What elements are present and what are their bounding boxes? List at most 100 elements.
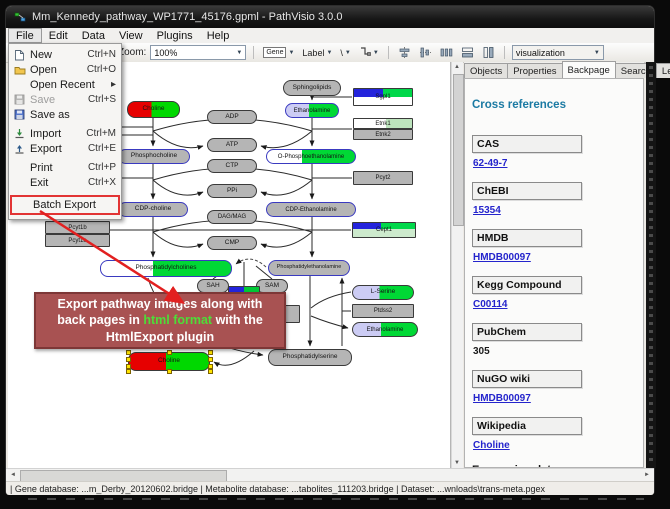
panel-scrollbar[interactable]: [646, 62, 656, 468]
node-phosphatidylcholines[interactable]: Phosphatidylcholines: [100, 260, 232, 277]
dropdown-caret-icon[interactable]: ▼: [345, 50, 351, 56]
selection-handle[interactable]: [126, 350, 131, 355]
dropdown-caret-icon[interactable]: ▼: [232, 50, 242, 56]
scroll-down-icon[interactable]: ▼: [452, 460, 462, 466]
add-label-button[interactable]: Label ▼: [300, 45, 334, 60]
scroll-up-icon[interactable]: ▲: [452, 64, 462, 70]
draw-line-button[interactable]: \ ▼: [338, 45, 352, 60]
align-center-button[interactable]: [396, 45, 413, 60]
visualization-combobox[interactable]: visualization ▼: [512, 45, 604, 60]
menu-bar: FileEditDataViewPluginsHelp: [6, 28, 654, 44]
selection-handle[interactable]: [167, 350, 172, 355]
draw-connector-button[interactable]: ▼: [357, 45, 381, 60]
title-bar[interactable]: Mm_Kennedy_pathway_WP1771_45176.gpml - P…: [6, 6, 654, 28]
node-label: Ethanolamine: [294, 108, 331, 114]
node-adp[interactable]: ADP: [207, 110, 257, 124]
xref-link[interactable]: 62-49-7: [473, 158, 637, 169]
menubar-plugins[interactable]: Plugins: [150, 28, 200, 43]
node-choline-top[interactable]: Choline: [127, 101, 180, 118]
distribute-horizontal-button[interactable]: [438, 45, 455, 60]
menu-item-open[interactable]: OpenCtrl+O: [9, 62, 121, 77]
node-cdp-choline[interactable]: CDP-choline: [118, 202, 188, 217]
menu-item-save-as[interactable]: Save as: [9, 107, 121, 122]
scroll-left-icon[interactable]: ◄: [8, 472, 18, 478]
node-cept1[interactable]: Cept1: [352, 222, 416, 238]
backpage-content[interactable]: Cross references CAS62-49-7ChEBI15354HMD…: [464, 78, 644, 468]
vertical-scroll-thumb[interactable]: [453, 74, 464, 226]
node-sgpl1[interactable]: Sgpl1: [353, 88, 413, 106]
tab-objects[interactable]: Objects: [464, 63, 508, 78]
menu-item-exit[interactable]: ExitCtrl+X: [9, 175, 121, 190]
menu-item-new[interactable]: NewCtrl+N: [9, 47, 121, 62]
node-sah[interactable]: SAH: [197, 279, 229, 293]
selection-handle[interactable]: [208, 369, 213, 374]
dropdown-caret-icon[interactable]: ▼: [373, 50, 379, 56]
set-width-button[interactable]: [459, 45, 476, 60]
node-dag-mag[interactable]: DAG/MAG: [207, 210, 257, 224]
selection-handle[interactable]: [126, 357, 131, 362]
tab-properties[interactable]: Properties: [507, 63, 562, 78]
node-pcyt1b[interactable]: Pcyt1b: [45, 221, 110, 234]
menu-item-open-recent[interactable]: Open Recent▸: [9, 77, 121, 92]
dropdown-caret-icon[interactable]: ▼: [590, 50, 600, 56]
save-disk-icon: [13, 94, 26, 105]
menu-separator: [9, 190, 121, 194]
add-gene-button[interactable]: Gene ▼: [261, 45, 296, 60]
node-ptdss2[interactable]: Ptdss2: [352, 304, 414, 318]
node-choline-selected[interactable]: Choline: [128, 352, 210, 371]
node-pcyt1a[interactable]: Pcyt1a: [45, 234, 110, 247]
node-sphingolipids[interactable]: Sphingolipids: [283, 80, 341, 96]
xref-link[interactable]: HMDB00097: [473, 252, 637, 263]
node-label: Ptdss2: [374, 308, 392, 314]
status-text: | Gene database: ...m_Derby_20120602.bri…: [10, 484, 545, 494]
node-phosphatidylserine[interactable]: Phosphatidylserine: [268, 349, 352, 366]
selection-handle[interactable]: [208, 364, 213, 369]
menu-item-export[interactable]: ExportCtrl+E: [9, 141, 121, 156]
node-l-serine[interactable]: L-Serine: [352, 285, 414, 300]
node-ethanolamine-bottom[interactable]: Ethanolamine: [352, 322, 418, 337]
xref-link[interactable]: HMDB00097: [473, 393, 637, 404]
node-cdp-ethanolamine[interactable]: CDP-Ethanolamine: [266, 202, 356, 217]
menubar-view[interactable]: View: [112, 28, 150, 43]
dropdown-caret-icon[interactable]: ▼: [326, 50, 332, 56]
selection-handle[interactable]: [208, 350, 213, 355]
selection-handle[interactable]: [126, 364, 131, 369]
node-etnk1[interactable]: Etnk1: [353, 118, 413, 129]
node-etnk2[interactable]: Etnk2: [353, 129, 413, 140]
zoom-combobox[interactable]: 100% ▼: [150, 45, 246, 60]
menubar-edit[interactable]: Edit: [42, 28, 75, 43]
menu-item-batch-export[interactable]: Batch Export: [10, 195, 120, 215]
xref-link[interactable]: 15354: [473, 205, 637, 216]
selection-handle[interactable]: [126, 369, 131, 374]
menubar-help[interactable]: Help: [200, 28, 237, 43]
node-ctp[interactable]: CTP: [207, 159, 257, 173]
set-height-button[interactable]: [480, 45, 497, 60]
tab-legend[interactable]: Legend: [656, 63, 670, 78]
align-middle-button[interactable]: [417, 45, 434, 60]
node-o-phosphoethanolamine[interactable]: O-Phosphoethanolamine: [266, 149, 356, 164]
selection-handle[interactable]: [167, 369, 172, 374]
canvas-vertical-scrollbar[interactable]: ▲ ▼: [451, 62, 463, 468]
node-pcyt2[interactable]: Pcyt2: [353, 171, 413, 185]
menu-item-save[interactable]: SaveCtrl+S: [9, 92, 121, 107]
node-ethanolamine-top[interactable]: Ethanolamine: [285, 103, 339, 118]
xref-link[interactable]: Choline: [473, 440, 637, 451]
menu-item-print[interactable]: PrintCtrl+P: [9, 160, 121, 175]
scroll-right-icon[interactable]: ►: [642, 472, 652, 478]
node-atp[interactable]: ATP: [207, 138, 257, 152]
node-cmp[interactable]: CMP: [207, 236, 257, 250]
menu-item-import[interactable]: ImportCtrl+M: [9, 126, 121, 141]
node-sam[interactable]: SAM: [256, 279, 288, 293]
dropdown-caret-icon[interactable]: ▼: [288, 50, 294, 56]
menubar-file[interactable]: File: [8, 28, 42, 43]
xref-link[interactable]: C00114: [473, 299, 637, 310]
selection-handle[interactable]: [208, 357, 213, 362]
node-ppi[interactable]: PPi: [207, 184, 257, 198]
horizontal-scrollbar[interactable]: ◄ ►: [6, 468, 654, 481]
node-phosphocholine[interactable]: Phosphocholine: [118, 149, 190, 164]
xref-section-nugo-wiki: NuGO wikiHMDB00097: [472, 370, 637, 404]
tab-backpage[interactable]: Backpage: [562, 61, 616, 78]
node-phosphatidylethanolamine[interactable]: Phosphatidylethanolamine: [268, 260, 350, 276]
menubar-data[interactable]: Data: [75, 28, 112, 43]
node-label: PPi: [227, 188, 237, 195]
